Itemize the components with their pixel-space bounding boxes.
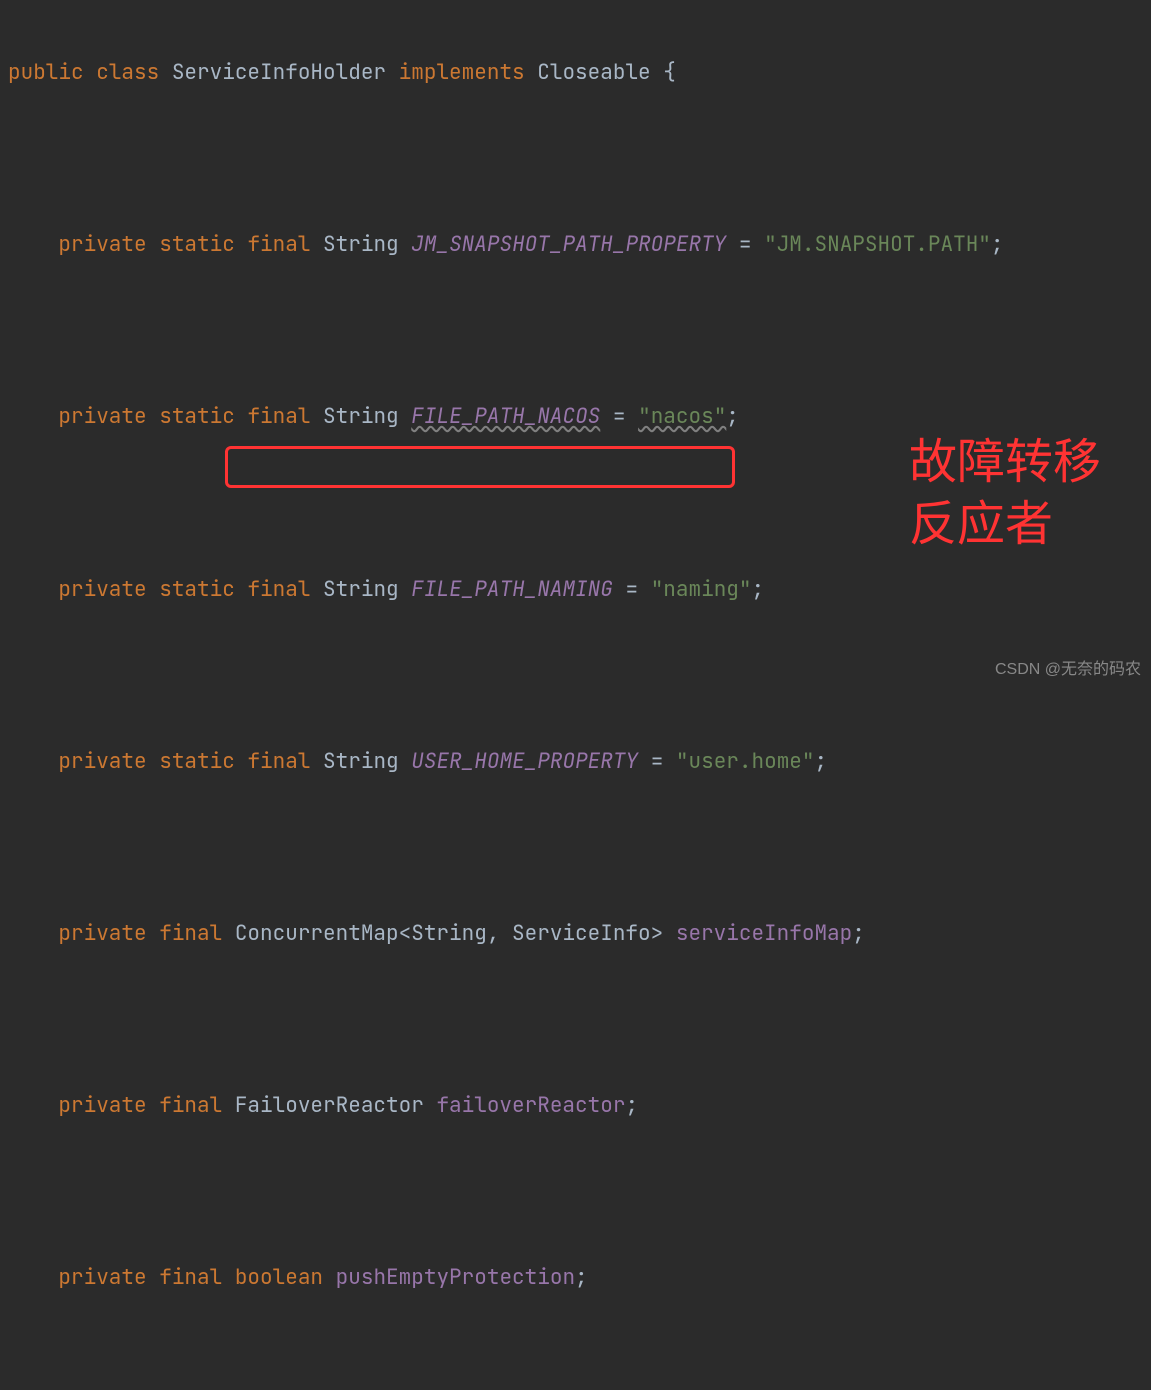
field-name: FILE_PATH_NACOS — [411, 403, 600, 430]
annotation-text: 故障转移 反应者 — [909, 432, 1101, 557]
keyword-class: class — [96, 59, 159, 86]
keyword-private: private — [58, 403, 146, 430]
watermark-text: CSDN @无奈的码农 — [995, 654, 1141, 687]
field-name: serviceInfoMap — [676, 920, 852, 947]
semicolon: ; — [726, 403, 739, 430]
keyword-static: static — [159, 576, 235, 603]
keyword-boolean: boolean — [235, 1264, 323, 1291]
string-literal: "user.home" — [676, 748, 815, 775]
blank-line — [0, 309, 1151, 352]
field-name: FILE_PATH_NAMING — [411, 576, 613, 603]
keyword-static: static — [159, 231, 235, 258]
keyword-private: private — [58, 231, 146, 258]
blank-line — [0, 654, 1151, 697]
type-failoverreactor: FailoverReactor — [235, 1092, 424, 1119]
keyword-final: final — [247, 576, 310, 603]
annotation-line-2: 反应者 — [909, 494, 1101, 556]
semicolon: ; — [852, 920, 865, 947]
class-name: ServiceInfoHolder — [172, 59, 386, 86]
type-string: String — [323, 231, 399, 258]
keyword-private: private — [58, 920, 146, 947]
blank-line — [0, 137, 1151, 180]
type-string: String — [323, 576, 399, 603]
keyword-private: private — [58, 1264, 146, 1291]
code-line-2: private static final String JM_SNAPSHOT_… — [0, 223, 1151, 266]
code-editor[interactable]: public class ServiceInfoHolder implement… — [0, 8, 1151, 1390]
field-name: failoverReactor — [436, 1092, 625, 1119]
field-name: USER_HOME_PROPERTY — [411, 748, 638, 775]
string-literal: "JM.SNAPSHOT.PATH" — [764, 231, 991, 258]
string-literal: "nacos" — [638, 403, 726, 430]
keyword-private: private — [58, 576, 146, 603]
equals: = — [625, 576, 638, 603]
type-concurrentmap: ConcurrentMap<String, ServiceInfo> — [235, 920, 663, 947]
code-line-5: private static final String USER_HOME_PR… — [0, 740, 1151, 783]
code-line-4: private static final String FILE_PATH_NA… — [0, 568, 1151, 611]
equals: = — [613, 403, 626, 430]
blank-line — [0, 1170, 1151, 1213]
keyword-static: static — [159, 748, 235, 775]
keyword-final: final — [159, 920, 222, 947]
semicolon: ; — [991, 231, 1004, 258]
keyword-final: final — [247, 403, 310, 430]
keyword-final: final — [247, 231, 310, 258]
keyword-final: final — [159, 1264, 222, 1291]
type-string: String — [323, 748, 399, 775]
keyword-static: static — [159, 403, 235, 430]
semicolon: ; — [815, 748, 828, 775]
keyword-final: final — [159, 1092, 222, 1119]
field-name: pushEmptyProtection — [336, 1264, 575, 1291]
string-literal: "naming" — [651, 576, 752, 603]
code-line-8: private final boolean pushEmptyProtectio… — [0, 1256, 1151, 1299]
equals: = — [739, 231, 752, 258]
keyword-private: private — [58, 1092, 146, 1119]
semicolon: ; — [575, 1264, 588, 1291]
code-line-7: private final FailoverReactor failoverRe… — [0, 1084, 1151, 1127]
field-name: JM_SNAPSHOT_PATH_PROPERTY — [411, 231, 726, 258]
blank-line — [0, 826, 1151, 869]
semicolon: ; — [752, 576, 765, 603]
semicolon: ; — [625, 1092, 638, 1119]
code-line-6: private final ConcurrentMap<String, Serv… — [0, 912, 1151, 955]
blank-line — [0, 1342, 1151, 1385]
keyword-public: public — [8, 59, 84, 86]
keyword-private: private — [58, 748, 146, 775]
type-string: String — [323, 403, 399, 430]
equals: = — [651, 748, 664, 775]
keyword-final: final — [247, 748, 310, 775]
code-line-1: public class ServiceInfoHolder implement… — [0, 51, 1151, 94]
annotation-line-1: 故障转移 — [909, 432, 1101, 494]
blank-line — [0, 998, 1151, 1041]
brace-open: { — [663, 59, 676, 86]
keyword-implements: implements — [399, 59, 525, 86]
interface-name: Closeable — [537, 59, 650, 86]
